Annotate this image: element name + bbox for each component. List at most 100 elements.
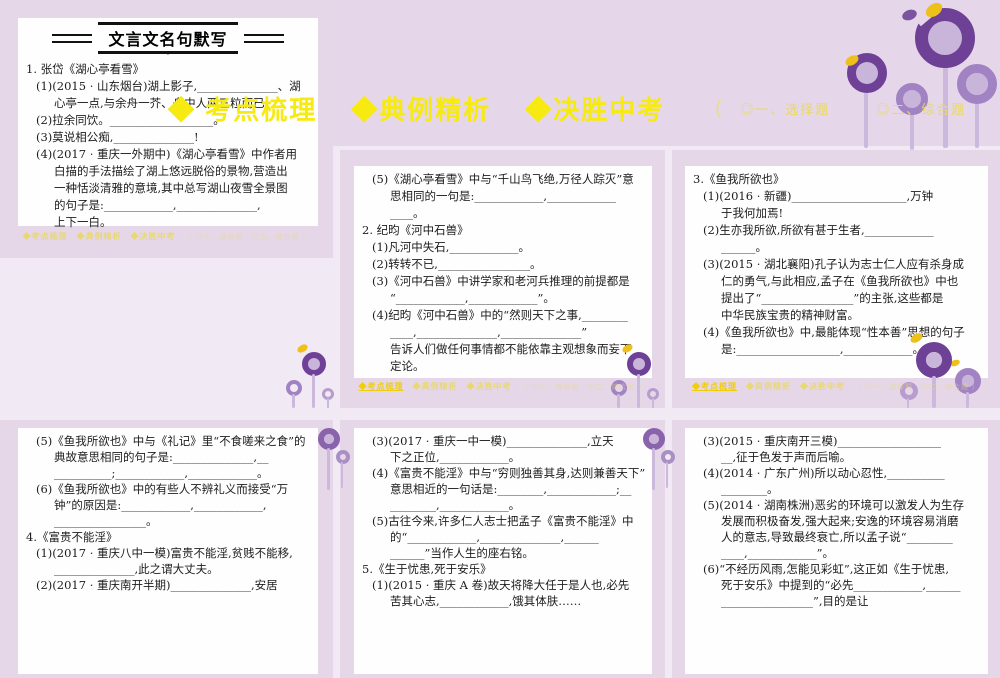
text-line: 上下一白。 <box>54 215 112 229</box>
text-line: (3)莫说相公痴,______________! <box>36 130 199 144</box>
text-line: 2. 纪昀《河中石兽》 <box>362 223 469 237</box>
text-line: (4)(2017 · 重庆一外期中)《湖心亭看雪》中作者用 <box>36 147 297 161</box>
title-ornament-right <box>243 33 284 43</box>
text-line: (4)(2014 · 广东广州)所以动心忍性,__________ <box>703 466 945 480</box>
footer-nav-item[interactable]: ◆典例精析 <box>77 231 122 242</box>
content-card: (5)《湖心亭看雪》中与“千山鸟飞绝,万径人踪灭”意 思相同的一句是:______… <box>354 166 652 378</box>
text-line: (4)《鱼我所欲也》中,最能体现“性本善”思想的句子 <box>703 325 965 339</box>
thumbnail-footer-nav: ◆考点梳理 ◆典例精析 ◆决胜中考 （ ◎一、选择题 ◎二、综合题 ） <box>0 231 333 242</box>
footer-nav-item[interactable]: ◆决胜中考 <box>800 381 845 392</box>
text-line: 死于安乐》中提到的“必先____________,______ <box>721 578 961 592</box>
text-line: 意思相近的一句话是:________,____________;__ <box>390 482 632 496</box>
text-line: 人的意志,导致最终衰亡,所以孟子说“________ <box>721 530 953 544</box>
text-line: 5.《生于忧患,死于安乐》 <box>362 562 492 576</box>
panel-text: 3.《鱼我所欲也》 (1)(2016 · 新疆)_________________… <box>685 166 988 358</box>
text-line: 白描的手法描绘了湖上悠远脱俗的景物,营造出 <box>54 164 288 178</box>
text-line: 提出了“________________”的主张,这些都是 <box>721 291 944 305</box>
text-line: ________________”,目的是让 <box>721 594 869 608</box>
text-line: 4.《富贵不能淫》 <box>26 530 118 544</box>
footer-nav-tail: （ ◎一、选择题 ◎二、综合题 ） <box>854 383 980 391</box>
panel-text: (3)(2017 · 重庆一中一模)______________,立天下之正位,… <box>354 428 652 609</box>
thumbnail-footer-nav: ◆考点梳理 ◆典例精析 ◆决胜中考 （ ◎一、选择题 ◎二、综合题 ） <box>672 381 1000 392</box>
header-nav-item-dianli[interactable]: ◆典例精析 <box>351 90 491 127</box>
text-line: (5)《湖心亭看雪》中与“千山鸟飞绝,万径人踪灭”意 <box>372 172 634 186</box>
text-line: ________________。 <box>54 514 158 528</box>
footer-nav-item[interactable]: ◆决胜中考 <box>467 381 512 392</box>
text-line: 发展而积极奋发,强大起来;安逸的环境容易消磨 <box>721 514 959 528</box>
text-line: 的句子是:____________,______________, <box>54 198 261 212</box>
text-line: 苦其心志,____________,饿其体肤…… <box>390 594 582 608</box>
content-card: (5)《鱼我所欲也》中与《礼记》里“不食嗟来之食”的典故意思相同的句子是:___… <box>18 428 318 674</box>
text-line: 3.《鱼我所欲也》 <box>693 172 785 186</box>
text-line: ____。 <box>390 206 425 220</box>
thumbnail-footer-nav: ◆考点梳理 ◆典例精析 ◆决胜中考 （ ◎一、选择题 ◎二、综合题 ） <box>340 381 665 392</box>
section-title-box: 文言文名句默写 <box>18 18 318 54</box>
text-line: (1)(2016 · 新疆)____________________,万钟 <box>703 189 934 203</box>
text-line: ______”当作人生的座右铭。 <box>390 546 534 560</box>
text-line: 于我何加焉! <box>721 206 784 220</box>
text-line: 定论。 <box>390 359 425 373</box>
footer-nav-item[interactable]: ◆考点梳理 <box>692 381 737 392</box>
text-line: “____________,____________”。 <box>390 291 555 305</box>
slide-thumbnail-6[interactable]: (3)(2015 · 重庆南开三模)__________________ __,征… <box>672 420 1000 678</box>
panel-text: 1. 张岱《湖心亭看雪》 (1)(2015 · 山东烟台)湖上影子,_______… <box>18 56 318 231</box>
text-line: __,征于色发于声而后喻。 <box>721 450 852 464</box>
panel-text: (3)(2015 · 重庆南开三模)__________________ __,征… <box>685 428 988 609</box>
text-line: 思相同的一句是:____________,____________ <box>390 189 617 203</box>
text-line: (2)生亦我所欲,所欲有甚于生者,____________ <box>703 223 934 237</box>
footer-nav-tail: （ ◎一、选择题 ◎二、综合题 ） <box>184 233 311 241</box>
footer-nav-item[interactable]: ◆典例精析 <box>746 381 791 392</box>
header-paren-open: （ <box>703 100 723 121</box>
footer-nav-item[interactable]: ◆决胜中考 <box>131 231 176 242</box>
text-line: ______________,此之谓大丈夫。 <box>54 562 219 576</box>
text-line: 告诉人们做任何事情都不能依靠主观想象而妄下 <box>390 342 632 356</box>
text-line: ________,____________。 <box>390 498 521 512</box>
text-line: (3)(2015 · 重庆南开三模)__________________ <box>703 434 941 448</box>
text-line: 钟”的原因是:____________,____________, <box>54 498 267 512</box>
text-line: (2)转转不已,________________。 <box>372 257 542 271</box>
content-card: (3)(2017 · 重庆一中一模)______________,立天下之正位,… <box>354 428 652 674</box>
content-card: (3)(2015 · 重庆南开三模)__________________ __,征… <box>685 428 988 674</box>
text-line: 仁的勇气,与此相应,孟子在《鱼我所欲也》中也 <box>721 274 959 288</box>
slide-thumbnail-5[interactable]: (3)(2017 · 重庆一中一模)______________,立天下之正位,… <box>340 420 665 678</box>
footer-nav-tail: （ ◎一、选择题 ◎二、综合题 ） <box>520 383 647 391</box>
slide-thumbnail-2[interactable]: (5)《湖心亭看雪》中与“千山鸟飞绝,万径人踪灭”意 思相同的一句是:______… <box>340 150 665 408</box>
header-sub-item-choice[interactable]: ◎一、选择题 <box>740 99 830 118</box>
text-line: __________;____________,____________。 <box>54 466 269 480</box>
text-line: (3)(2015 · 湖北襄阳)孔子认为志士仁人应有杀身成 <box>703 257 964 271</box>
text-line: (5)古往今来,许多仁人志士把孟子《富贵不能淫》中 <box>372 514 634 528</box>
text-line: (2)(2017 · 重庆南开半期)______________,安居 <box>36 578 278 592</box>
slide-thumbnail-1[interactable]: 文言文名句默写 ▼ 1. 张岱《湖心亭看雪》 (1)(2015 · 山东烟台)湖上… <box>0 0 333 258</box>
footer-nav-item[interactable]: ◆考点梳理 <box>359 381 404 392</box>
text-line: ____,______________,______________” <box>390 325 588 339</box>
text-line: 的“____________,______________,______ <box>390 530 599 544</box>
text-line: (5)《鱼我所欲也》中与《礼记》里“不食嗟来之食”的 <box>36 434 306 448</box>
slide-thumbnail-4[interactable]: (5)《鱼我所欲也》中与《礼记》里“不食嗟来之食”的典故意思相同的句子是:___… <box>0 420 333 678</box>
slide-thumbnail-3[interactable]: 3.《鱼我所欲也》 (1)(2016 · 新疆)_________________… <box>672 150 1000 408</box>
text-line: ________。 <box>721 482 779 496</box>
header-sub-item-comprehensive[interactable]: ◎二、综合题 <box>876 99 966 118</box>
footer-nav-item[interactable]: ◆考点梳理 <box>23 231 68 242</box>
text-line: 中华民族宝贵的精神财富。 <box>721 308 859 322</box>
header-nav-item-kaodian[interactable]: ◆ 考点梳理 <box>168 90 317 127</box>
text-line: 下之正位,____________。 <box>390 450 521 464</box>
text-line: (5)(2014 · 湖南株洲)恶劣的环境可以激发人为生存 <box>703 498 964 512</box>
panel-text: (5)《鱼我所欲也》中与《礼记》里“不食嗟来之食”的典故意思相同的句子是:___… <box>18 428 318 593</box>
text-line: (6)“不经历风雨,怎能见彩虹”,这正如《生于忧患, <box>703 562 950 576</box>
text-line: ______。 <box>721 240 767 254</box>
text-line: (4)纪昀《河中石兽》中的“然则天下之事,________ <box>372 308 628 322</box>
text-line: (3)(2017 · 重庆一中一模)______________,立天 <box>372 434 614 448</box>
text-line: 典故意思相同的句子是:______________,__ <box>54 450 269 464</box>
text-line: ____,____________”。 <box>721 546 835 560</box>
header-nav-item-juesheng[interactable]: ◆决胜中考 <box>525 90 665 127</box>
panel-text: (5)《湖心亭看雪》中与“千山鸟飞绝,万径人踪灭”意 思相同的一句是:______… <box>354 166 652 375</box>
text-line: (6)《鱼我所欲也》中的有些人不辨礼义而接受“万 <box>36 482 289 496</box>
text-line: (1)(2017 · 重庆八中一模)富贵不能淫,贫贱不能移, <box>36 546 293 560</box>
text-line: (1)(2015 · 重庆 A 卷)故天将降大任于是人也,必先 <box>372 578 630 592</box>
text-line: 一种恬淡清雅的意境,其中总写湖山夜雪全景图 <box>54 181 288 195</box>
footer-nav-item[interactable]: ◆典例精析 <box>413 381 458 392</box>
text-line: (1)凡河中失石,____________。 <box>372 240 530 254</box>
title-ornament-left <box>52 33 93 43</box>
text-line: (4)《富贵不能淫》中与“穷则独善其身,达则兼善天下” <box>372 466 646 480</box>
text-line: 1. 张岱《湖心亭看雪》 <box>26 62 145 76</box>
